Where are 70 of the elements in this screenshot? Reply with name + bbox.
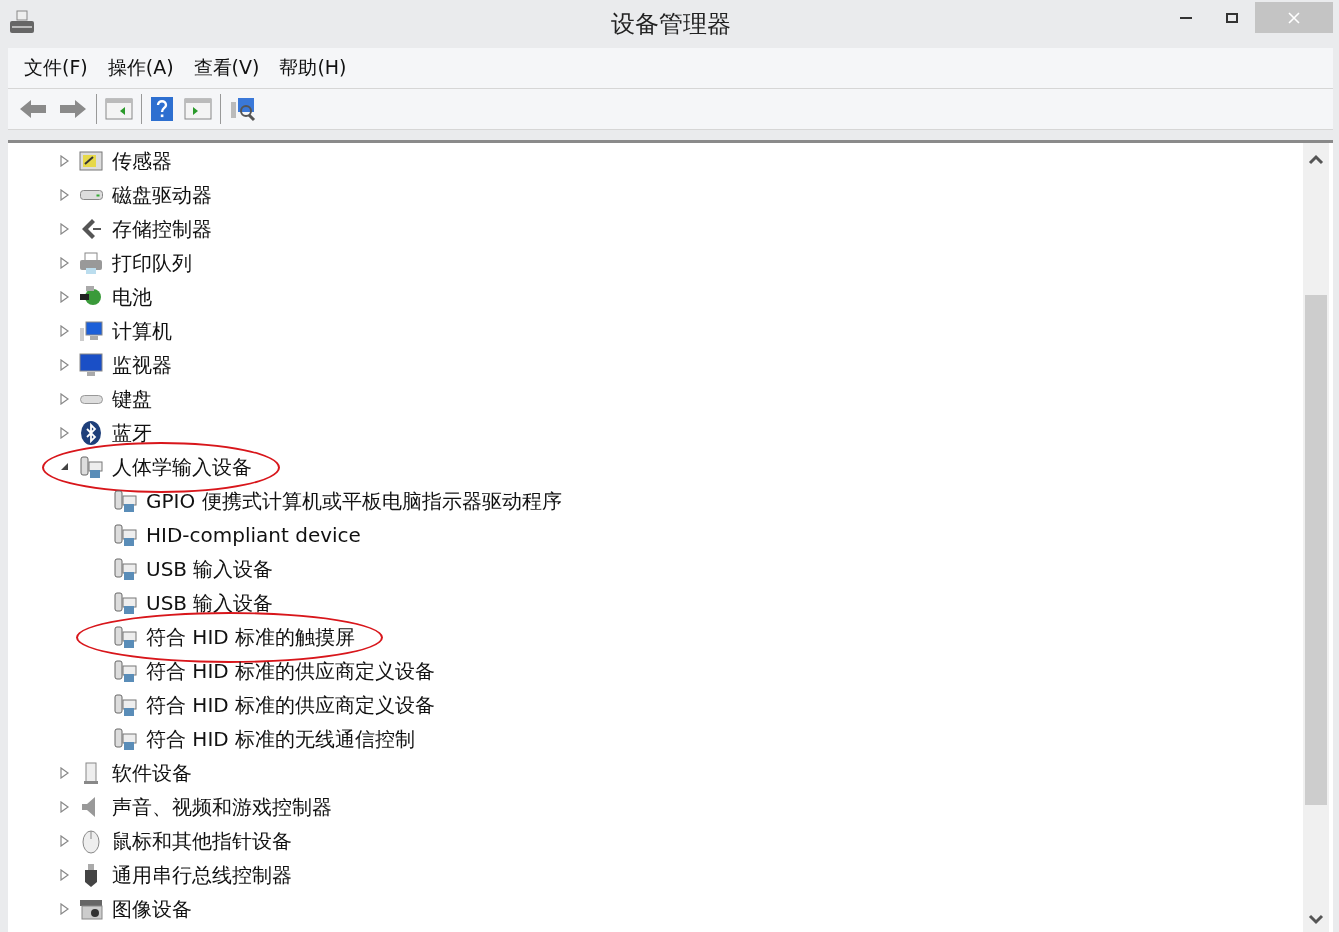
tree-item[interactable]: 软件设备 bbox=[112, 759, 192, 787]
expand-arrow[interactable] bbox=[60, 325, 70, 337]
tree-item[interactable]: 通用串行总线控制器 bbox=[112, 861, 292, 889]
scroll-down-icon[interactable] bbox=[1308, 914, 1324, 926]
maximize-icon bbox=[1226, 12, 1238, 23]
input-device-icon bbox=[112, 590, 138, 616]
collapse-arrow[interactable] bbox=[60, 462, 70, 472]
sensor-icon bbox=[78, 148, 104, 174]
tree-item[interactable]: 蓝牙 bbox=[112, 419, 152, 447]
tree-item[interactable]: USB 输入设备 bbox=[146, 589, 274, 617]
monitor-icon bbox=[78, 352, 104, 378]
input-device-icon bbox=[78, 454, 104, 480]
tree-item[interactable]: 键盘 bbox=[112, 385, 152, 413]
action-pane-button[interactable] bbox=[182, 95, 214, 123]
menu-item[interactable]: 文件(F) bbox=[16, 51, 96, 85]
tree-item[interactable]: USB 输入设备 bbox=[146, 555, 274, 583]
input-device-icon bbox=[112, 624, 138, 650]
tree-item[interactable]: 声音、视频和游戏控制器 bbox=[112, 793, 332, 821]
tree-item[interactable]: 符合 HID 标准的触摸屏 bbox=[146, 623, 356, 651]
tree-item[interactable]: 符合 HID 标准的供应商定义设备 bbox=[146, 691, 436, 719]
computer-icon bbox=[78, 318, 104, 344]
menu-item[interactable]: 帮助(H) bbox=[271, 51, 355, 85]
input-device-icon bbox=[112, 726, 138, 752]
expand-arrow[interactable] bbox=[60, 767, 70, 779]
bluetooth-icon bbox=[78, 420, 104, 446]
input-device-icon bbox=[112, 692, 138, 718]
expand-arrow[interactable] bbox=[60, 155, 70, 167]
vertical-scrollbar[interactable] bbox=[1303, 143, 1329, 932]
tree-item[interactable]: 监视器 bbox=[112, 351, 172, 379]
expand-arrow[interactable] bbox=[60, 869, 70, 881]
expand-arrow[interactable] bbox=[60, 835, 70, 847]
console-tree-button[interactable] bbox=[103, 95, 135, 123]
tree-item[interactable]: 符合 HID 标准的供应商定义设备 bbox=[146, 657, 436, 685]
expand-arrow[interactable] bbox=[60, 257, 70, 269]
tree-item[interactable]: 图像设备 bbox=[112, 895, 192, 923]
expand-arrow[interactable] bbox=[60, 189, 70, 201]
printer-icon bbox=[78, 250, 104, 276]
input-device-icon bbox=[112, 522, 138, 548]
expand-arrow[interactable] bbox=[60, 801, 70, 813]
expand-arrow[interactable] bbox=[60, 291, 70, 303]
tree-item[interactable]: 计算机 bbox=[112, 317, 172, 345]
scroll-thumb[interactable] bbox=[1305, 295, 1327, 805]
expand-arrow[interactable] bbox=[60, 903, 70, 915]
input-device-icon bbox=[112, 658, 138, 684]
tree-item[interactable]: 存储控制器 bbox=[112, 215, 212, 243]
input-device-icon bbox=[112, 556, 138, 582]
window-title: 设备管理器 bbox=[609, 9, 732, 40]
tree-item[interactable]: 人体学输入设备 bbox=[112, 453, 252, 481]
expand-arrow[interactable] bbox=[60, 393, 70, 405]
expand-arrow[interactable] bbox=[60, 427, 70, 439]
tree-item[interactable]: 鼠标和其他指针设备 bbox=[112, 827, 292, 855]
tree-item[interactable]: GPIO 便携式计算机或平板电脑指示器驱动程序 bbox=[146, 487, 562, 515]
tree-item[interactable]: 符合 HID 标准的无线通信控制 bbox=[146, 725, 416, 753]
menu-item[interactable]: 查看(V) bbox=[185, 51, 268, 85]
scroll-up-icon[interactable] bbox=[1308, 153, 1324, 165]
tree-item[interactable]: 传感器 bbox=[112, 147, 172, 175]
close-icon bbox=[1288, 11, 1300, 24]
tree-item[interactable]: 打印队列 bbox=[112, 249, 192, 277]
menu-item[interactable]: 操作(A) bbox=[99, 51, 182, 85]
minimize-icon bbox=[1180, 16, 1192, 19]
disk-drive-icon bbox=[79, 190, 103, 200]
expand-arrow[interactable] bbox=[60, 223, 70, 235]
tree-item[interactable]: HID-compliant device bbox=[146, 523, 361, 547]
help-button[interactable] bbox=[148, 94, 176, 124]
tree-item[interactable]: 电池 bbox=[112, 283, 152, 311]
tree-item[interactable]: 磁盘驱动器 bbox=[112, 181, 212, 209]
keyboard-icon bbox=[79, 394, 103, 404]
app-icon bbox=[8, 8, 36, 36]
input-device-icon bbox=[112, 488, 138, 514]
expand-arrow[interactable] bbox=[60, 359, 70, 371]
